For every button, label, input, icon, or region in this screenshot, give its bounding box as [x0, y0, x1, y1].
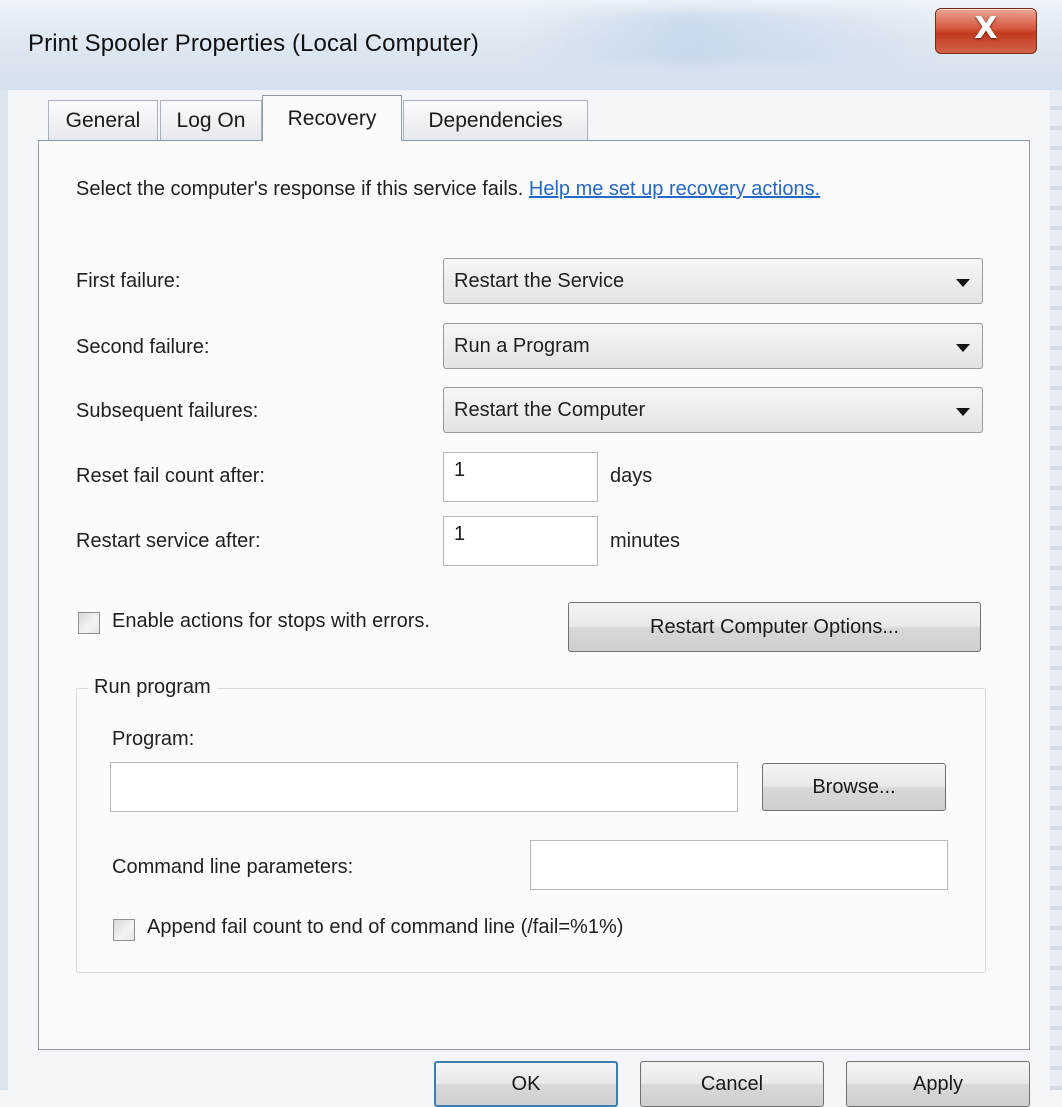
tab-log-on[interactable]: Log On — [160, 100, 262, 140]
browse-button[interactable]: Browse... — [762, 763, 946, 811]
subsequent-failures-select[interactable]: Restart the Computer — [443, 387, 983, 433]
chevron-down-icon — [956, 408, 970, 416]
close-icon: X — [974, 11, 998, 46]
restart-service-input[interactable]: 1 — [443, 516, 598, 566]
window-frame-left — [0, 90, 8, 1090]
append-fail-count-label: Append fail count to end of command line… — [147, 916, 624, 938]
reset-fail-count-label: Reset fail count after: — [76, 465, 265, 487]
program-input[interactable] — [110, 762, 738, 812]
apply-button[interactable]: Apply — [846, 1061, 1030, 1107]
run-program-group-title: Run program — [88, 676, 217, 699]
second-failure-label: Second failure: — [76, 336, 210, 358]
append-fail-count-checkbox[interactable] — [113, 919, 135, 941]
cancel-button[interactable]: Cancel — [640, 1061, 824, 1107]
tab-general[interactable]: General — [48, 100, 158, 140]
first-failure-value: Restart the Service — [454, 270, 625, 292]
enable-actions-label: Enable actions for stops with errors. — [112, 610, 430, 632]
reset-fail-count-value: 1 — [454, 459, 466, 481]
title-bar-glass — [520, 10, 940, 65]
command-line-params-input[interactable] — [530, 840, 948, 890]
reset-fail-count-unit: days — [610, 465, 653, 487]
second-failure-select[interactable]: Run a Program — [443, 323, 983, 369]
tab-recovery[interactable]: Recovery — [262, 95, 402, 141]
subsequent-failures-label: Subsequent failures: — [76, 400, 259, 422]
second-failure-value: Run a Program — [454, 335, 590, 357]
window-frame-right — [1050, 90, 1062, 1090]
recovery-description: Select the computer's response if this s… — [76, 175, 956, 203]
program-label: Program: — [112, 728, 195, 750]
enable-actions-checkbox[interactable] — [78, 612, 100, 634]
first-failure-select[interactable]: Restart the Service — [443, 258, 983, 304]
chevron-down-icon — [956, 279, 970, 287]
description-text: Select the computer's response if this s… — [76, 178, 529, 200]
subsequent-failures-value: Restart the Computer — [454, 399, 646, 421]
title-bar: Print Spooler Properties (Local Computer… — [0, 0, 1062, 90]
chevron-down-icon — [956, 344, 970, 352]
first-failure-label: First failure: — [76, 270, 181, 292]
command-line-params-label: Command line parameters: — [112, 856, 354, 878]
window-title: Print Spooler Properties (Local Computer… — [28, 30, 479, 57]
restart-service-unit: minutes — [610, 530, 681, 552]
close-button[interactable]: X — [935, 8, 1037, 54]
reset-fail-count-input[interactable]: 1 — [443, 452, 598, 502]
restart-service-value: 1 — [454, 523, 466, 545]
tab-dependencies[interactable]: Dependencies — [403, 100, 588, 140]
ok-button[interactable]: OK — [434, 1061, 618, 1107]
restart-service-label: Restart service after: — [76, 530, 261, 552]
restart-computer-options-button[interactable]: Restart Computer Options... — [568, 602, 981, 652]
help-recovery-link[interactable]: Help me set up recovery actions. — [529, 178, 820, 200]
